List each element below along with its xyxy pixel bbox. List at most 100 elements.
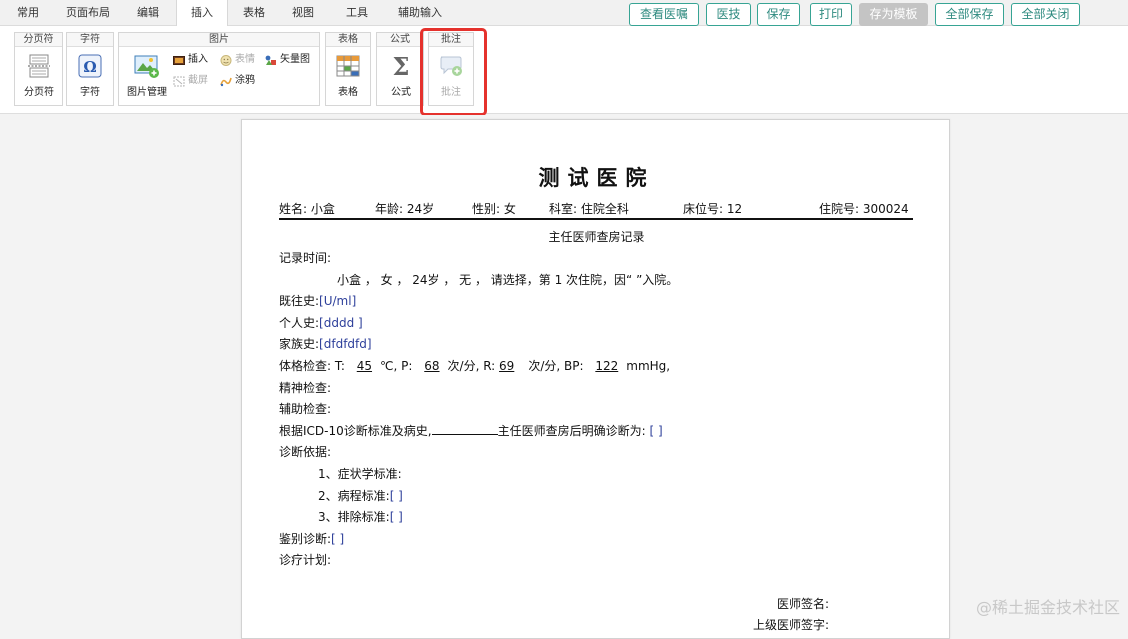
- personal-history-label: 个人史:: [279, 316, 320, 330]
- temperature-unit: ℃, P:: [380, 359, 413, 373]
- svg-text:Σ: Σ: [393, 53, 410, 79]
- tab-insert[interactable]: 插入: [176, 0, 228, 27]
- bp-field[interactable]: 122: [587, 359, 626, 373]
- document-workspace[interactable]: 测试医院 姓名: 小盒 年龄: 24岁 性别: 女 科室: 住院全科 床位号: …: [0, 115, 1128, 639]
- save-button[interactable]: 保存: [757, 3, 800, 26]
- basis-exclusion[interactable]: 3、排除标准:[ ]: [318, 509, 403, 525]
- treatment-plan[interactable]: 诊疗计划:: [279, 552, 331, 568]
- group-char: 字符 Ω 字符: [66, 32, 114, 106]
- watermark-text: @稀土掘金技术社区: [975, 598, 1120, 617]
- page-break-label: 分页符: [24, 87, 54, 98]
- group-formula: 公式 Σ 公式: [376, 32, 424, 106]
- basis-exclusion-field[interactable]: [ ]: [390, 510, 403, 524]
- comment-button[interactable]: 批注: [432, 53, 470, 98]
- formula-button[interactable]: Σ 公式: [381, 52, 421, 98]
- doodle-label: 涂鸦: [235, 75, 255, 86]
- screenshot-label: 截屏: [188, 75, 208, 86]
- vector-label: 矢量图: [280, 54, 310, 65]
- senior-doctor-signature[interactable]: 上级医师签字:: [753, 617, 829, 633]
- family-history-label: 家族史:: [279, 337, 320, 351]
- personal-history-field[interactable]: [dddd ]: [319, 316, 363, 330]
- patient-summary[interactable]: 小盒 ， 女 ， 24岁 ， 无 ， 请选择，第 1 次住院，因“ ”入院。: [337, 272, 678, 288]
- family-history[interactable]: 家族史:[dfdfdfd]: [279, 336, 372, 352]
- basis-symptom[interactable]: 1、症状学标准:: [318, 466, 402, 482]
- insert-picture-label: 插入: [188, 54, 208, 65]
- save-all-button[interactable]: 全部保存: [935, 3, 1004, 26]
- tab-tools[interactable]: 工具: [326, 0, 388, 26]
- personal-history[interactable]: 个人史:[dddd ]: [279, 315, 363, 331]
- print-button[interactable]: 打印: [810, 3, 852, 26]
- tab-common[interactable]: 常用: [0, 0, 56, 26]
- doctor-signature[interactable]: 医师签名:: [777, 596, 829, 612]
- group-title: 公式: [377, 33, 423, 47]
- group-page-break: 分页符 分页符: [14, 32, 63, 106]
- patient-bed: 床位号: 12: [683, 202, 743, 216]
- group-title: 字符: [67, 33, 113, 47]
- group-title: 分页符: [15, 33, 62, 47]
- vitals-label: 体格检查: T:: [279, 359, 345, 373]
- diagnosis-blank-field[interactable]: [431, 423, 498, 435]
- record-subtitle: 主任医师查房记录: [548, 230, 645, 244]
- diagnosis-suffix: 主任医师查房后明确诊断为:: [497, 424, 646, 438]
- vitals-line[interactable]: 体格检查: T: 45 ℃, P: 68 次/分, R: 69 次/分, BP: 12…: [279, 358, 670, 374]
- bp-unit: mmHg,: [626, 359, 671, 373]
- emoji-label: 表情: [235, 54, 255, 65]
- patient-admission-no: 住院号: 300024: [819, 202, 909, 216]
- diagnosis-basis[interactable]: 诊断依据:: [279, 444, 331, 460]
- past-history-field[interactable]: [U/ml]: [319, 294, 356, 308]
- group-title: 图片: [119, 33, 319, 47]
- omega-icon: Ω: [77, 53, 103, 79]
- tab-view[interactable]: 视图: [280, 0, 326, 26]
- table-label: 表格: [338, 87, 358, 98]
- char-button[interactable]: Ω 字符: [70, 53, 110, 98]
- emoji-icon: [220, 54, 232, 66]
- basis-exclusion-label: 3、排除标准:: [318, 510, 390, 524]
- patient-age: 年龄: 24岁: [375, 202, 435, 216]
- insert-image-icon: [173, 55, 185, 66]
- diagnosis-line[interactable]: 根据ICD-10诊断标准及病史, 主任医师查房后明确诊断为: [ ]: [279, 423, 663, 439]
- basis-course-field[interactable]: [ ]: [390, 489, 403, 503]
- comment-label: 批注: [441, 87, 461, 98]
- comment-icon: [438, 53, 464, 79]
- family-history-field[interactable]: [dfdfdfd]: [319, 337, 372, 351]
- emoji-button[interactable]: 表情: [220, 53, 255, 67]
- respiration-unit: 次/分, BP:: [528, 359, 584, 373]
- auxiliary-exam[interactable]: 辅助检查:: [279, 401, 331, 417]
- patient-dept: 科室: 住院全科: [549, 202, 629, 216]
- page-break-button[interactable]: 分页符: [18, 53, 60, 98]
- header-divider: [279, 218, 913, 220]
- tab-assist-input[interactable]: 辅助输入: [388, 0, 452, 26]
- doodle-button[interactable]: 涂鸦: [220, 74, 255, 88]
- document-page[interactable]: 测试医院 姓名: 小盒 年龄: 24岁 性别: 女 科室: 住院全科 床位号: …: [241, 119, 950, 639]
- hospital-title: 测试医院: [538, 165, 655, 190]
- screenshot-button[interactable]: 截屏: [173, 74, 208, 88]
- mental-exam[interactable]: 精神检查:: [279, 380, 331, 396]
- picture-manage-button[interactable]: 图片管理: [123, 53, 171, 98]
- differential-label: 鉴别诊断:: [279, 532, 332, 546]
- basis-course[interactable]: 2、病程标准:[ ]: [318, 488, 403, 504]
- past-history[interactable]: 既往史:[U/ml]: [279, 293, 356, 309]
- save-as-template-button[interactable]: 存为模板: [859, 3, 928, 26]
- group-table: 表格 表格: [325, 32, 371, 106]
- table-button[interactable]: 表格: [329, 53, 367, 98]
- record-time[interactable]: 记录时间:: [279, 250, 331, 266]
- differential-diagnosis[interactable]: 鉴别诊断:[ ]: [279, 531, 344, 547]
- respiration-field[interactable]: 69: [499, 359, 528, 373]
- view-orders-button[interactable]: 查看医嘱: [629, 3, 699, 26]
- group-picture: 图片 图片管理 插入 表情 矢量图 截屏 涂鸦: [118, 32, 320, 106]
- medtech-button[interactable]: 医技: [706, 3, 751, 26]
- pulse-field[interactable]: 68: [416, 359, 447, 373]
- diagnosis-field[interactable]: [ ]: [649, 424, 662, 438]
- insert-picture-button[interactable]: 插入: [173, 53, 208, 67]
- tab-page-layout[interactable]: 页面布局: [56, 0, 120, 26]
- close-all-button[interactable]: 全部关闭: [1011, 3, 1080, 26]
- vector-button[interactable]: 矢量图: [265, 53, 310, 67]
- pulse-unit: 次/分, R:: [447, 359, 496, 373]
- temperature-field[interactable]: 45: [349, 359, 380, 373]
- menu-bar: 常用 页面布局 编辑 插入 表格 视图 工具 辅助输入 查看医嘱 医技 保存 打…: [0, 0, 1128, 27]
- tab-edit[interactable]: 编辑: [120, 0, 176, 26]
- differential-field[interactable]: [ ]: [331, 532, 344, 546]
- tab-table[interactable]: 表格: [228, 0, 280, 26]
- patient-gender: 性别: 女: [472, 202, 516, 216]
- ribbon-toolbar: 分页符 分页符 字符 Ω 字符 图片 图片管理 插入 表情 矢量图 截屏 涂鸦 …: [0, 26, 1128, 114]
